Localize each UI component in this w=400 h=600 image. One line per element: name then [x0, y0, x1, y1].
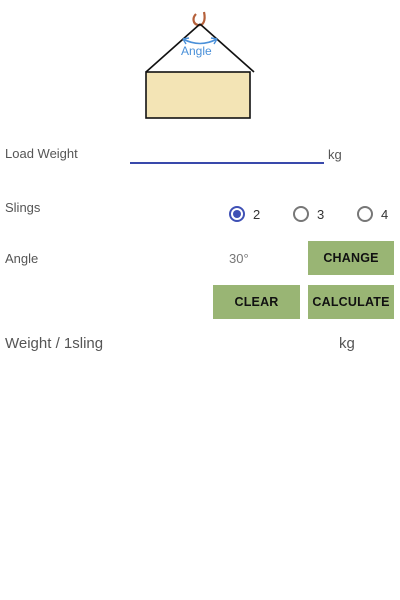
load-weight-unit: kg [328, 147, 342, 162]
calculate-button[interactable]: CALCULATE [308, 285, 394, 319]
angle-label: Angle [5, 251, 39, 266]
change-button[interactable]: CHANGE [308, 241, 394, 275]
load-weight-underline [130, 162, 324, 164]
slings-radio-3[interactable]: 3 [293, 206, 324, 222]
load-weight-label: Load Weight [5, 146, 78, 161]
slings-radio-2[interactable]: 2 [229, 206, 260, 222]
angle-value: 30° [229, 251, 249, 266]
sling-diagram-svg [145, 11, 255, 119]
slings-radio-4-label: 4 [381, 206, 389, 222]
slings-radio-2-label: 2 [253, 206, 261, 222]
radio-unchecked-icon [357, 206, 373, 222]
clear-button[interactable]: CLEAR [213, 285, 300, 319]
sling-diagram: Angle [140, 8, 260, 124]
angle-diagram-label: Angle [181, 44, 212, 58]
radio-checked-icon [229, 206, 245, 222]
angle-arc-icon [182, 38, 218, 45]
load-weight-input[interactable] [130, 140, 324, 164]
load-box [145, 71, 251, 119]
slings-radio-3-label: 3 [317, 206, 325, 222]
result-unit: kg [339, 335, 355, 352]
slings-radio-4[interactable]: 4 [357, 206, 388, 222]
radio-unchecked-icon [293, 206, 309, 222]
slings-label: Slings [5, 200, 41, 215]
result-label: Weight / 1sling [5, 335, 104, 352]
hook-icon [192, 11, 206, 27]
